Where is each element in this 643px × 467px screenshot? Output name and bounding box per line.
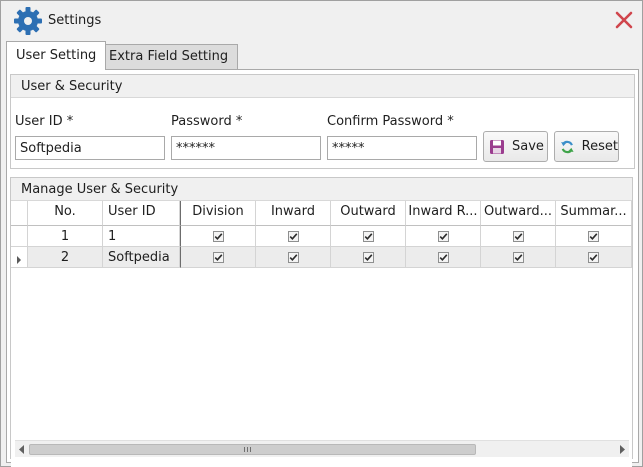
manage-user-security-group: Manage User & Security No. User ID Divis… <box>10 177 633 467</box>
grip-icon <box>244 447 251 452</box>
column-header-outward[interactable]: Outward <box>331 201 406 226</box>
checkbox[interactable] <box>588 230 599 242</box>
save-label: Save <box>512 139 544 154</box>
cell-no[interactable]: 2 <box>28 247 103 268</box>
user-security-header: User & Security <box>11 75 634 98</box>
settings-window: Settings User Setting Extra Field Settin… <box>0 0 643 467</box>
floppy-disk-icon <box>490 139 504 154</box>
confirm-password-field[interactable] <box>327 136 477 160</box>
row-header[interactable] <box>11 247 28 268</box>
checkmark-icon <box>364 232 372 240</box>
checkmark-icon <box>289 232 297 240</box>
cell-summary[interactable] <box>556 247 632 268</box>
save-button[interactable]: Save <box>483 131 548 162</box>
reset-label: Reset <box>581 139 618 154</box>
horizontal-scrollbar[interactable] <box>15 440 629 457</box>
checkbox[interactable] <box>512 230 524 242</box>
title-bar: Settings <box>1 1 642 39</box>
grid-header-row: No. User ID Division Inward Outward Inwa… <box>11 201 632 226</box>
user-id-label: User ID * <box>15 114 74 129</box>
password-field[interactable] <box>171 136 321 160</box>
scrollbar-thumb[interactable] <box>29 444 476 455</box>
cell-outward-ellipsis[interactable] <box>481 247 556 268</box>
tab-user-setting[interactable]: User Setting <box>6 41 107 70</box>
checkmark-icon <box>514 232 522 240</box>
checkbox[interactable] <box>287 230 299 242</box>
table-row[interactable]: 1 1 <box>11 226 632 247</box>
users-grid[interactable]: No. User ID Division Inward Outward Inwa… <box>11 201 632 467</box>
checkmark-icon <box>589 253 598 261</box>
password-label: Password * <box>171 114 243 129</box>
column-header-user-id[interactable]: User ID <box>103 201 180 226</box>
cell-division[interactable] <box>180 226 256 247</box>
refresh-icon <box>561 140 574 153</box>
checkbox[interactable] <box>287 251 299 263</box>
checkbox[interactable] <box>588 251 599 263</box>
checkmark-icon <box>364 253 372 261</box>
checkbox[interactable] <box>437 251 449 263</box>
scroll-left-arrow-icon[interactable] <box>18 445 26 454</box>
column-header-outward-ellipsis[interactable]: Outward... <box>481 201 556 226</box>
cell-no[interactable]: 1 <box>28 226 103 247</box>
table-row[interactable]: 2 Softpedia <box>11 247 632 268</box>
cell-inward[interactable] <box>256 247 331 268</box>
checkbox[interactable] <box>512 251 524 263</box>
column-header-division[interactable]: Division <box>180 201 256 226</box>
checkbox[interactable] <box>212 230 224 242</box>
cell-summary[interactable] <box>556 226 632 247</box>
cell-user-id[interactable]: 1 <box>103 226 180 247</box>
checkbox[interactable] <box>362 230 374 242</box>
checkmark-icon <box>514 253 522 261</box>
row-header-corner <box>11 201 28 226</box>
cell-division[interactable] <box>180 247 256 268</box>
row-header[interactable] <box>11 226 28 247</box>
checkmark-icon <box>439 253 447 261</box>
checkbox[interactable] <box>437 230 449 242</box>
checkmark-icon <box>214 232 222 240</box>
cell-inward-r[interactable] <box>406 226 481 247</box>
checkmark-icon <box>214 253 222 261</box>
user-security-group: User & Security User ID * Password * Con… <box>10 74 635 169</box>
gear-icon <box>14 7 42 35</box>
cell-user-id[interactable]: Softpedia <box>103 247 180 268</box>
column-header-summary[interactable]: Summar... <box>556 201 632 226</box>
confirm-password-label: Confirm Password * <box>327 114 454 129</box>
current-row-arrow-icon <box>17 256 21 264</box>
cell-inward-r[interactable] <box>406 247 481 268</box>
manage-user-security-header: Manage User & Security <box>11 178 632 201</box>
window-title: Settings <box>48 13 102 28</box>
cell-outward-ellipsis[interactable] <box>481 226 556 247</box>
user-setting-page: User & Security User ID * Password * Con… <box>6 69 639 467</box>
cell-inward[interactable] <box>256 226 331 247</box>
checkmark-icon <box>289 253 297 261</box>
column-header-inward-r[interactable]: Inward R... <box>406 201 481 226</box>
user-id-field[interactable] <box>15 136 165 160</box>
tab-extra-field-setting[interactable]: Extra Field Setting <box>99 44 239 70</box>
column-header-inward[interactable]: Inward <box>256 201 331 226</box>
scroll-right-arrow-icon[interactable] <box>618 445 626 454</box>
cell-outward[interactable] <box>331 226 406 247</box>
close-icon[interactable] <box>613 9 635 31</box>
checkmark-icon <box>589 232 598 240</box>
checkbox[interactable] <box>212 251 224 263</box>
checkbox[interactable] <box>362 251 374 263</box>
column-header-no[interactable]: No. <box>28 201 103 226</box>
reset-button[interactable]: Reset <box>554 131 619 162</box>
cell-outward[interactable] <box>331 247 406 268</box>
checkmark-icon <box>439 232 447 240</box>
